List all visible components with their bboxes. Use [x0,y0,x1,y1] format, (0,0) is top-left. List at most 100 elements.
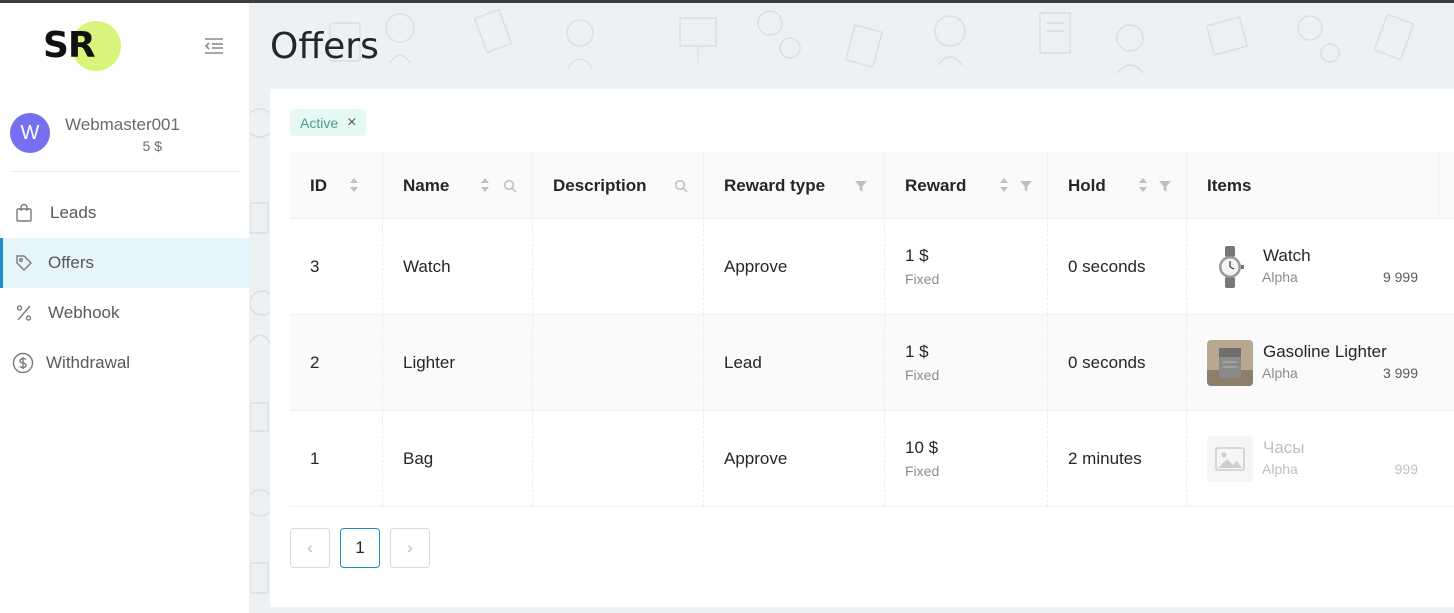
cell-divider [382,219,383,315]
sort-icon[interactable] [999,176,1009,194]
cell-reward: 1 $ [905,342,929,361]
cell-reward-type: Approve [724,449,788,468]
column-header-label: Hold [1068,176,1106,195]
brand-logo[interactable]: SR [43,21,123,77]
column-hold[interactable]: Hold [1048,152,1187,219]
column-id[interactable]: ID [290,152,383,219]
user-balance: 5 $ [142,138,162,154]
sidebar-item-label: Offers [48,253,94,272]
cell-divider [1186,315,1187,411]
column-header-label: Reward [905,176,967,195]
avatar: W [10,113,50,153]
cell-name: Watch [403,257,451,276]
offers-card: Active × ID Name Description Reward type… [270,89,1454,607]
cell-divider [703,315,704,411]
column-reward-type[interactable]: Reward type [704,152,885,219]
cell-divider [1047,219,1048,315]
cell-reward: 10 $ [905,438,939,457]
cell-name: Lighter [403,353,455,372]
search-icon[interactable] [503,178,517,193]
column-name[interactable]: Name [383,152,533,219]
column-reward[interactable]: Reward [885,152,1048,219]
percent-icon [14,303,34,323]
sidebar-divider [10,171,240,172]
item-category: Alpha [1262,269,1298,285]
cell-reward-kind: Fixed [905,367,940,383]
cell-divider [532,411,533,507]
cell-reward-type: Lead [724,353,762,372]
sidebar-item-label: Leads [50,203,97,222]
offers-table: ID Name Description Reward type Reward H… [290,152,1454,507]
cell-id: 3 [310,257,320,276]
item-category: Alpha [1262,365,1298,381]
tag-icon [14,253,34,273]
logo-text: SR [43,25,96,66]
cell-hold: 2 minutes [1068,449,1142,468]
column-header-label: ID [310,176,327,195]
prev-page-button[interactable]: ‹ [290,528,330,568]
cell-divider [1186,219,1187,315]
column-separator [1438,152,1439,219]
table-header: ID Name Description Reward type Reward H… [290,152,1454,219]
cell-divider [382,315,383,411]
pagination: ‹ 1 › [290,528,430,568]
sidebar-item-label: Webhook [48,303,120,322]
menu-fold-icon[interactable] [203,36,225,56]
cell-divider [382,411,383,507]
cell-name: Bag [403,449,434,468]
sidebar-item-webhook[interactable]: Webhook [0,288,250,338]
filter-tag-label: Active [300,114,339,131]
sort-icon[interactable] [480,176,490,194]
table-row[interactable]: 3 Watch Approve 1 $ Fixed 0 seconds Watc… [290,219,1454,315]
cell-divider [703,411,704,507]
item-quantity: 3 999 [1382,365,1418,381]
close-icon[interactable]: × [347,114,356,132]
active-filter-tag[interactable]: Active × [290,109,367,136]
sidebar-item-withdrawal[interactable]: Withdrawal [0,338,250,388]
cell-divider [1186,411,1187,507]
cell-divider [884,411,885,507]
column-header-label: Name [403,176,450,195]
cell-reward-type: Approve [724,257,788,276]
cell-id: 2 [310,353,320,372]
item-name: Часы [1263,438,1305,457]
cell-divider [1047,411,1048,507]
watch-thumbnail [1207,244,1253,290]
filter-icon[interactable] [854,178,868,192]
filter-icon[interactable] [1158,178,1172,192]
column-header-label: Reward type [724,176,826,195]
table-row[interactable]: 1 Bag Approve 10 $ Fixed 2 minutes Часы … [290,411,1454,507]
page-title: Offers [270,26,379,67]
sidebar-item-leads[interactable]: Leads [0,188,250,238]
lighter-thumbnail [1207,340,1253,386]
page-1-button[interactable]: 1 [340,528,380,568]
cell-hold: 0 seconds [1068,353,1146,372]
cell-id: 1 [310,449,320,468]
sidebar-item-label: Withdrawal [46,353,131,372]
cell-reward: 1 $ [905,246,929,265]
image-placeholder-icon [1207,436,1253,482]
item-quantity: 9 999 [1382,269,1418,285]
sidebar-item-offers[interactable]: Offers [0,238,250,288]
cell-divider [884,219,885,315]
sidebar: SR W Webmaster001 5 $ Leads Offers Webho… [0,3,250,613]
shopping-bag-icon [14,203,34,223]
cell-hold: 0 seconds [1068,257,1146,276]
cell-reward-kind: Fixed [905,271,940,287]
cell-reward-kind: Fixed [905,463,940,479]
cell-divider [884,315,885,411]
sort-icon[interactable] [1138,176,1148,194]
username: Webmaster001 [65,115,180,134]
dollar-circle-icon [12,352,34,374]
search-icon[interactable] [674,178,688,193]
cell-divider [532,315,533,411]
sort-icon[interactable] [349,176,359,194]
next-page-button[interactable]: › [390,528,430,568]
filter-icon[interactable] [1019,178,1033,192]
column-description[interactable]: Description [533,152,704,219]
column-items: Items [1187,152,1439,219]
column-header-label: Description [553,176,647,195]
window-top-bar [0,0,1454,3]
user-profile[interactable]: W Webmaster001 5 $ [10,113,240,163]
table-row[interactable]: 2 Lighter Lead 1 $ Fixed 0 seconds Gasol… [290,315,1454,411]
